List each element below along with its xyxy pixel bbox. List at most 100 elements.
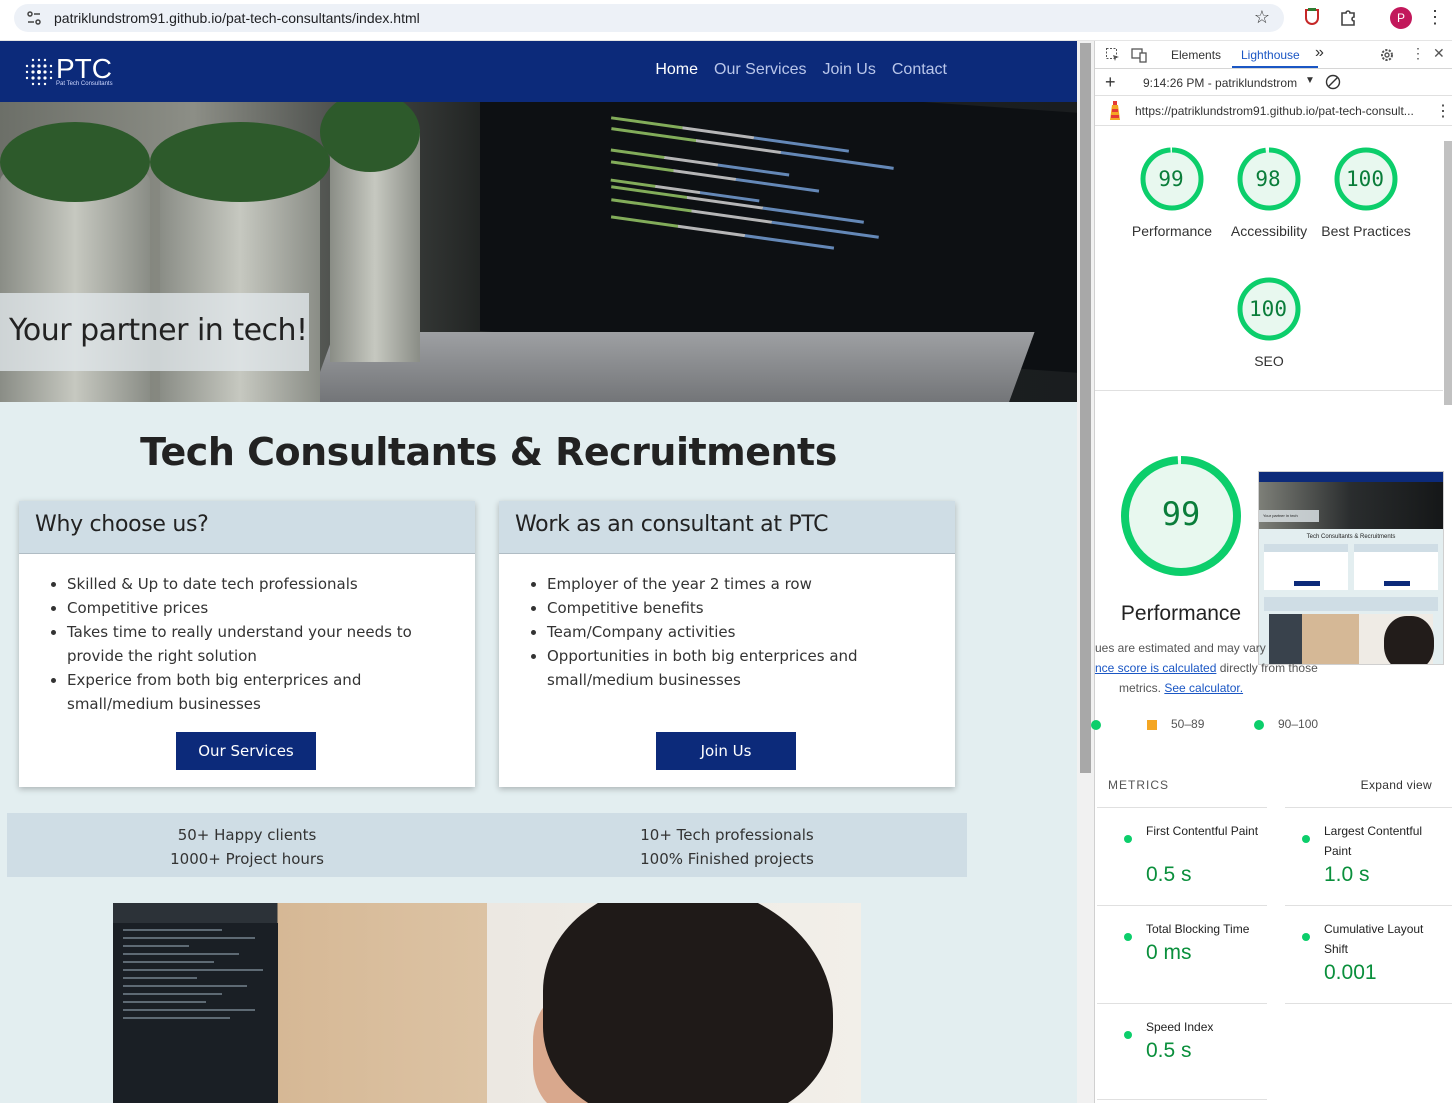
nav-contact[interactable]: Contact — [892, 61, 947, 79]
metric-tbt: Total Blocking Time 0 ms — [1108, 909, 1268, 1005]
url-text[interactable]: patriklundstrom91.github.io/pat-tech-con… — [54, 10, 420, 26]
photo-hair — [543, 903, 833, 1103]
inspect-element-icon[interactable] — [1105, 47, 1121, 63]
join-us-button[interactable]: Join Us — [656, 732, 796, 770]
lighthouse-toolbar: + 9:14:26 PM - patriklundstrom ▼ — [1095, 69, 1452, 96]
list-item: Employer of the year 2 times a row — [547, 572, 935, 596]
nav-home[interactable]: Home — [655, 61, 698, 79]
score-best-practices[interactable]: 100 — [1333, 147, 1397, 211]
stat-happy-clients: 50+ Happy clients — [177, 826, 317, 844]
metric-divider — [1097, 1003, 1267, 1004]
metric-value: 0.001 — [1324, 961, 1377, 984]
stat-finished-projects: 100% Finished projects — [640, 850, 814, 868]
metric-divider — [1285, 1003, 1452, 1004]
estimate-note: ues are estimated and may vary — [1095, 641, 1266, 655]
metric-pass-dot — [1302, 835, 1310, 843]
site-navbar: PTC Pat Tech Consultants Home Our Servic… — [0, 41, 1077, 102]
estimate-note-line3: metrics. See calculator. — [1119, 681, 1244, 695]
main-nav: Home Our Services Join Us Contact — [655, 61, 947, 79]
list-item: Skilled & Up to date tech professionals — [67, 572, 455, 596]
site-settings-icon[interactable] — [26, 10, 42, 26]
report-url[interactable]: https://patriklundstrom91.github.io/pat-… — [1135, 104, 1414, 118]
page-title: Tech Consultants & Recruitments — [140, 430, 837, 474]
active-tab-indicator — [1232, 66, 1318, 68]
metric-name: Total Blocking Time — [1146, 922, 1250, 936]
thumb-hero: Your partner in tech — [1259, 482, 1443, 529]
legend-pass-dot-partial — [1091, 720, 1101, 730]
metric-divider — [1097, 807, 1267, 808]
thumb-card — [1354, 544, 1438, 590]
stats-bar: 50+ Happy clients 1000+ Project hours 10… — [7, 813, 967, 877]
metric-divider — [1285, 807, 1452, 808]
report-selector[interactable]: 9:14:26 PM - patriklundstrom — [1143, 76, 1297, 90]
score-performance[interactable]: 99 — [1139, 147, 1203, 211]
browser-menu-icon[interactable]: ⋮ — [1426, 7, 1444, 27]
page-scrollbar[interactable] — [1077, 41, 1094, 1103]
close-devtools-icon[interactable]: ✕ — [1433, 45, 1449, 61]
card-list: Employer of the year 2 times a row Compe… — [499, 554, 955, 692]
hero-code-lines — [610, 116, 910, 250]
why-choose-us-card: Why choose us? Skilled & Up to date tech… — [19, 501, 475, 787]
ptc-logo[interactable]: PTC Pat Tech Consultants — [24, 53, 124, 89]
shield-extension-icon[interactable] — [1302, 7, 1322, 27]
tab-elements[interactable]: Elements — [1171, 48, 1221, 62]
page-screenshot-thumbnail[interactable]: Your partner in tech Tech Consultants & … — [1258, 471, 1444, 665]
score-calculated-link[interactable]: nce score is calculated — [1095, 661, 1216, 675]
devtools-menu-icon[interactable]: ⋮ — [1411, 45, 1427, 61]
woman-at-computer-photo — [113, 903, 861, 1103]
score-label-accessibility: Accessibility — [1230, 223, 1308, 239]
metric-value: 0 ms — [1146, 941, 1192, 964]
thumb-stats — [1264, 597, 1438, 611]
performance-big-label: Performance — [1120, 602, 1242, 625]
score-accessibility[interactable]: 98 — [1236, 147, 1300, 211]
thumb-cards — [1259, 540, 1443, 594]
device-toolbar-icon[interactable] — [1131, 47, 1147, 63]
work-as-consultant-card: Work as an consultant at PTC Employer of… — [499, 501, 955, 787]
bookmark-star-icon[interactable]: ☆ — [1254, 7, 1270, 28]
stat-project-hours: 1000+ Project hours — [170, 850, 324, 868]
list-item: Team/Company activities — [547, 620, 935, 644]
nav-our-services[interactable]: Our Services — [714, 61, 806, 79]
metric-cls: Cumulative Layout Shift 0.001 — [1286, 909, 1446, 1005]
hero-image: Your partner in tech! — [0, 102, 1077, 402]
devtools-scrollbar[interactable] — [1444, 141, 1452, 405]
list-item: Experice from both big enterprices and s… — [67, 668, 455, 716]
nav-join-us[interactable]: Join Us — [823, 61, 876, 79]
hero-plant-pot — [320, 102, 420, 362]
see-calculator-link[interactable]: See calculator. — [1164, 681, 1243, 695]
logo-dots-icon — [25, 58, 53, 86]
new-report-icon[interactable]: + — [1105, 72, 1116, 93]
card-title: Why choose us? — [19, 501, 475, 554]
list-item: Competitive benefits — [547, 596, 935, 620]
metric-name: Speed Index — [1146, 1020, 1214, 1034]
photo-monitor — [113, 923, 278, 1103]
settings-gear-icon[interactable] — [1379, 47, 1395, 63]
list-item: Opportunities in both big enterprices an… — [547, 644, 935, 692]
metric-fcp: First Contentful Paint 0.5 s — [1108, 811, 1268, 907]
clear-all-icon[interactable] — [1325, 74, 1341, 90]
logo-subtext: Pat Tech Consultants — [56, 81, 113, 87]
our-services-button[interactable]: Our Services — [176, 732, 316, 770]
metric-divider — [1285, 905, 1452, 906]
metric-lcp: Largest Contentful Paint 1.0 s — [1286, 811, 1446, 907]
thumb-hero-caption: Your partner in tech — [1259, 510, 1319, 522]
page-scrollbar-thumb[interactable] — [1080, 43, 1091, 773]
estimate-note-line2: nce score is calculated directly from th… — [1095, 661, 1318, 675]
dropdown-arrow-icon[interactable]: ▼ — [1305, 75, 1315, 86]
metric-value: 0.5 s — [1146, 1039, 1192, 1062]
stats-right: 10+ Tech professionals 100% Finished pro… — [487, 813, 967, 877]
profile-avatar[interactable]: P — [1390, 7, 1412, 29]
metric-value: 0.5 s — [1146, 863, 1192, 886]
thumb-card — [1264, 544, 1348, 590]
more-tabs-icon[interactable]: » — [1315, 44, 1324, 62]
report-menu-icon[interactable]: ⋮ — [1435, 101, 1451, 121]
legend-pass-dot — [1254, 720, 1264, 730]
expand-view-toggle[interactable]: Expand view — [1361, 778, 1432, 792]
tab-lighthouse[interactable]: Lighthouse — [1241, 48, 1300, 62]
address-bar[interactable]: patriklundstrom91.github.io/pat-tech-con… — [14, 4, 1284, 32]
hero-caption: Your partner in tech! — [9, 313, 308, 348]
metric-pass-dot — [1302, 933, 1310, 941]
extensions-puzzle-icon[interactable] — [1338, 7, 1358, 27]
legend-average-label: 50–89 — [1171, 717, 1205, 731]
score-seo[interactable]: 100 — [1236, 277, 1300, 341]
